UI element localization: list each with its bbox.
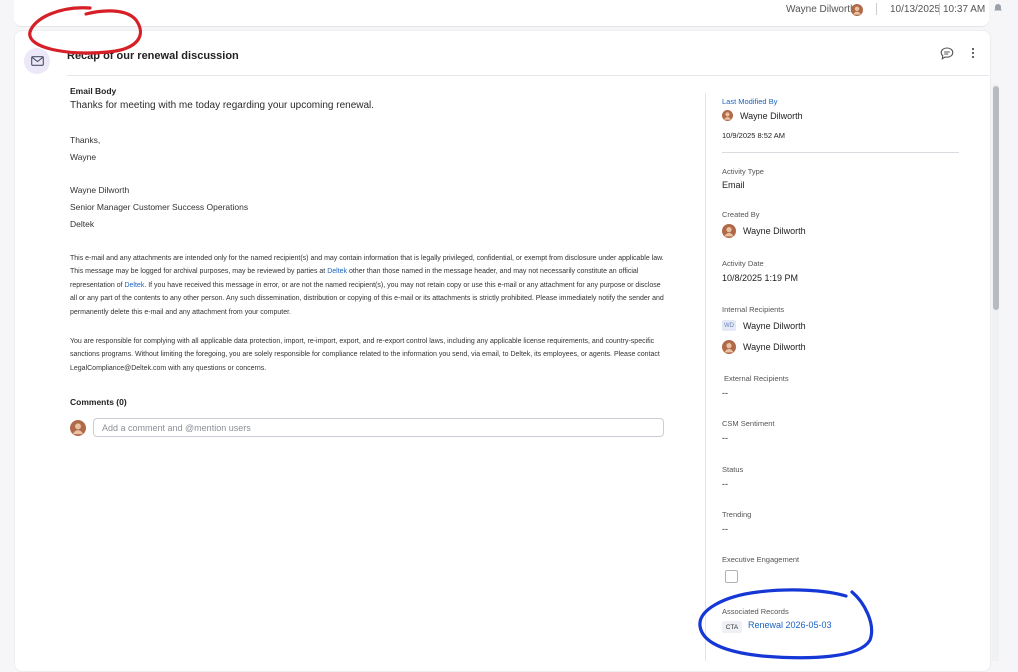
- last-modified-label: Last Modified By: [722, 97, 778, 106]
- bell-icon[interactable]: [993, 2, 1003, 12]
- executive-engagement-label: Executive Engagement: [722, 555, 800, 564]
- csm-sentiment-label: CSM Sentiment: [722, 419, 775, 428]
- email-body-intro: Thanks for meeting with me today regardi…: [70, 100, 375, 111]
- divider: [876, 3, 877, 15]
- activity-subject[interactable]: Recap of our renewal discussion: [67, 50, 239, 62]
- external-recipients-value: --: [722, 388, 728, 398]
- user-avatar-icon: [851, 4, 863, 16]
- last-modified-user[interactable]: Wayne Dilworth: [722, 110, 803, 121]
- previous-activity-row[interactable]: Wayne Dilworth 10/13/2025 10:37 AM: [14, 0, 1002, 27]
- email-signoff: Thanks, Wayne: [70, 135, 101, 162]
- previous-activity-date: 10/13/2025: [890, 4, 941, 15]
- user-avatar-icon: [70, 420, 86, 436]
- created-by-name: Wayne Dilworth: [743, 226, 806, 236]
- divider: [722, 152, 959, 153]
- status-value[interactable]: --: [722, 479, 728, 489]
- disclaimer-text: . If you have received this message in e…: [70, 281, 664, 316]
- more-options-icon[interactable]: [966, 46, 980, 60]
- comment-input[interactable]: [93, 418, 664, 437]
- user-avatar-icon: [722, 110, 733, 121]
- deltek-link[interactable]: Deltek: [124, 282, 144, 289]
- email-body-label: Email Body: [70, 86, 117, 96]
- comments-label: Comments (0): [70, 397, 127, 407]
- envelope-icon: [30, 56, 44, 66]
- cta-badge: CTA: [722, 621, 742, 633]
- executive-engagement-checkbox[interactable]: [725, 570, 738, 583]
- trending-value[interactable]: --: [722, 524, 728, 534]
- internal-recipient-name: Wayne Dilworth: [743, 320, 806, 331]
- previous-activity-time: 10:37 AM: [943, 4, 986, 15]
- email-signature: Wayne Dilworth Senior Manager Customer S…: [70, 185, 249, 229]
- activity-date-label: Activity Date: [722, 259, 764, 268]
- email-type-badge: [24, 48, 50, 74]
- csm-sentiment-value[interactable]: --: [722, 433, 728, 443]
- internal-recipient[interactable]: WD Wayne Dilworth: [722, 320, 806, 331]
- email-disclaimer-1: This e-mail and any attachments are inte…: [70, 252, 666, 319]
- comment-bubble-icon[interactable]: [940, 46, 954, 60]
- created-by-label: Created By: [722, 210, 760, 219]
- external-recipients-label: External Recipients: [724, 374, 789, 383]
- last-modified-date: 10/9/2025 8:52 AM: [722, 131, 785, 140]
- header-divider: [67, 75, 989, 76]
- activity-date-value: 10/8/2025 1:19 PM: [722, 273, 799, 283]
- email-disclaimer-2: You are responsible for complying with a…: [70, 338, 660, 372]
- activity-type-value: Email: [722, 180, 745, 190]
- internal-recipient[interactable]: Wayne Dilworth: [722, 340, 806, 354]
- user-avatar-icon: [722, 340, 736, 354]
- activity-type-label: Activity Type: [722, 167, 764, 176]
- associated-record-link[interactable]: Renewal 2026-05-03: [748, 620, 832, 630]
- associated-records-label: Associated Records: [722, 607, 789, 616]
- details-panel-divider: [705, 93, 706, 661]
- scrollbar-thumb[interactable]: [993, 86, 999, 310]
- trending-label: Trending: [722, 510, 752, 519]
- internal-recipient-name: Wayne Dilworth: [743, 342, 806, 352]
- previous-activity-user: Wayne Dilworth: [786, 4, 856, 15]
- created-by-user[interactable]: Wayne Dilworth: [722, 224, 806, 238]
- internal-recipients-label: Internal Recipients: [722, 305, 785, 314]
- user-avatar-icon: [722, 224, 736, 238]
- divider: [939, 3, 940, 15]
- last-modified-name: Wayne Dilworth: [740, 110, 803, 121]
- status-label: Status: [722, 465, 744, 474]
- deltek-link[interactable]: Deltek: [327, 268, 347, 275]
- initials-avatar: WD: [722, 320, 736, 331]
